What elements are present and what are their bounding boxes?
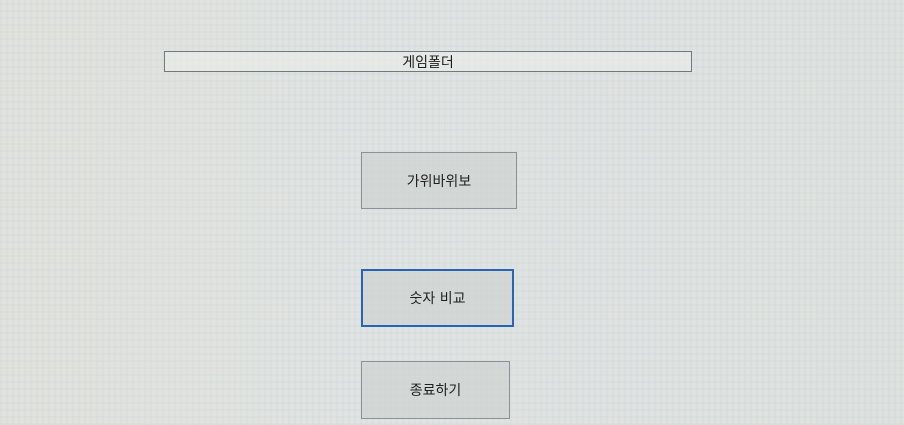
page-title: 게임폴더 [164, 51, 692, 72]
rock-paper-scissors-button[interactable]: 가위바위보 [361, 152, 517, 209]
exit-button[interactable]: 종료하기 [361, 361, 510, 419]
number-compare-button[interactable]: 숫자 비교 [361, 269, 514, 327]
main-window: 게임폴더 가위바위보 숫자 비교 종료하기 [0, 0, 904, 425]
